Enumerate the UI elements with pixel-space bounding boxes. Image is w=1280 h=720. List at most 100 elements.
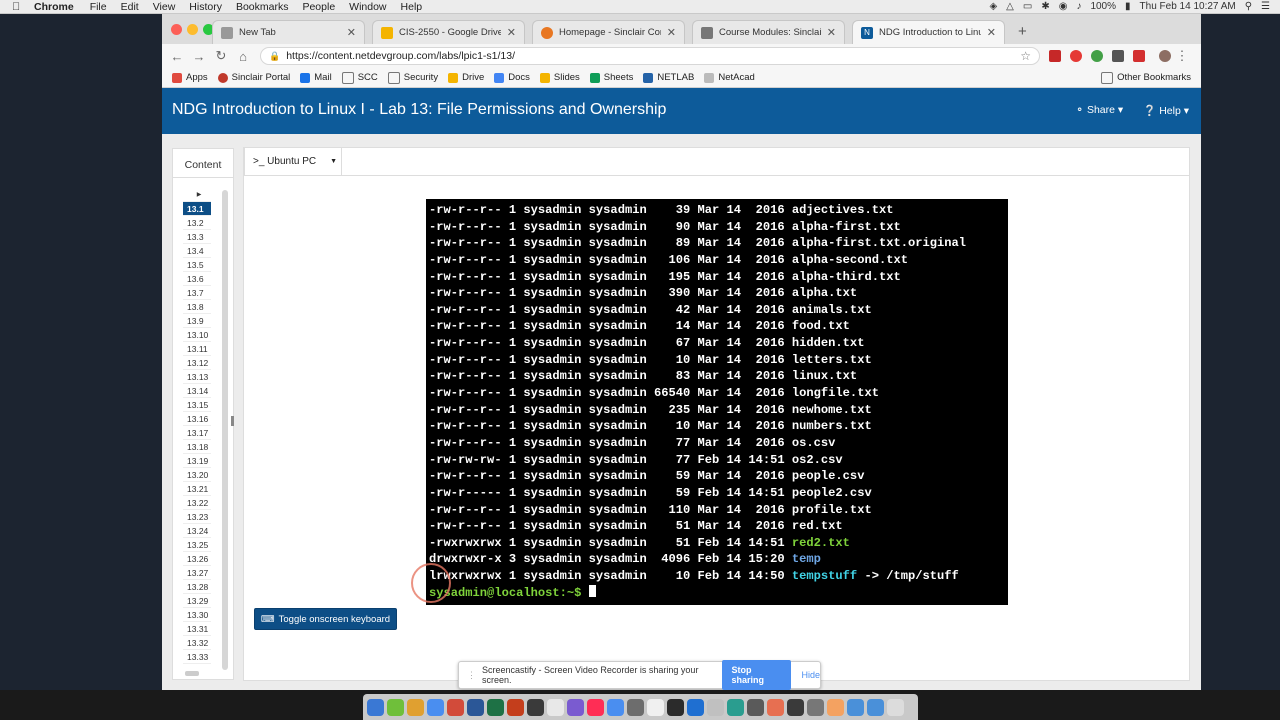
step-item-13-23[interactable]: 13.23 <box>183 510 211 524</box>
spotlight-icon[interactable]: ⚲ <box>1245 1 1252 12</box>
dock-app-icon[interactable] <box>727 698 744 716</box>
dock-app-icon[interactable] <box>787 698 804 716</box>
dock-app-icon[interactable] <box>407 698 424 716</box>
pane-splitter-handle[interactable] <box>231 416 234 426</box>
step-list-scrollbar[interactable] <box>222 190 228 670</box>
bookmark-security[interactable]: Security <box>387 71 438 84</box>
step-item-13-2[interactable]: 13.2 <box>183 216 211 230</box>
step-item-13-14[interactable]: 13.14 <box>183 384 211 398</box>
volume-icon[interactable]: ♪ <box>1076 1 1081 12</box>
dock-app-icon[interactable] <box>767 698 784 716</box>
dock-app-icon[interactable] <box>887 698 904 716</box>
new-tab-button[interactable]: + <box>1018 23 1027 40</box>
bookmark-drive[interactable]: Drive <box>448 72 484 83</box>
dock-app-icon[interactable] <box>847 698 864 716</box>
menu-history[interactable]: History <box>189 1 222 13</box>
close-tab-icon[interactable]: ✕ <box>827 26 836 39</box>
dropbox-icon[interactable]: ◈ <box>989 1 997 12</box>
extension-icon[interactable] <box>1070 50 1082 62</box>
minimize-window-button[interactable] <box>187 24 198 35</box>
forward-arrow-icon[interactable]: → <box>188 49 210 64</box>
step-item-13-15[interactable]: 13.15 <box>183 398 211 412</box>
step-item-13-10[interactable]: 13.10 <box>183 328 211 342</box>
tab-course-modules[interactable]: Course Modules: Sinclair CIS-2 ✕ <box>692 20 845 44</box>
step-item-13-19[interactable]: 13.19 <box>183 454 211 468</box>
address-url[interactable]: https://content.netdevgroup.com/labs/lpi… <box>286 50 515 62</box>
tab-google-drive[interactable]: CIS-2550 - Google Drive ✕ <box>372 20 525 44</box>
chrome-menu-icon[interactable]: ⋮ <box>1171 48 1193 64</box>
bookmark-other[interactable]: Other Bookmarks <box>1101 71 1191 84</box>
dock-app-icon[interactable] <box>707 698 724 716</box>
step-item-13-3[interactable]: 13.3 <box>183 230 211 244</box>
bookmark-slides[interactable]: Slides <box>539 72 580 83</box>
menu-view[interactable]: View <box>153 1 176 13</box>
bookmark-netacad[interactable]: NetAcad <box>704 72 755 83</box>
close-tab-icon[interactable]: ✕ <box>507 26 516 39</box>
step-item-13-20[interactable]: 13.20 <box>183 468 211 482</box>
reload-icon[interactable]: ↻ <box>210 48 232 64</box>
horizontal-scrollbar[interactable] <box>185 671 199 676</box>
step-item-13-31[interactable]: 13.31 <box>183 622 211 636</box>
address-bar[interactable]: 🔒 https://content.netdevgroup.com/labs/l… <box>260 47 1040 65</box>
dock-app-icon[interactable] <box>447 698 464 716</box>
bookmark-netlab[interactable]: NETLAB <box>643 72 694 83</box>
bookmark-sheets[interactable]: Sheets <box>589 72 633 83</box>
menu-bookmarks[interactable]: Bookmarks <box>236 1 289 13</box>
chevron-down-icon[interactable]: ▼ <box>330 158 337 165</box>
extension-icon[interactable] <box>1112 50 1124 62</box>
dock-app-icon[interactable] <box>747 698 764 716</box>
airplay-icon[interactable]: ▭ <box>1023 1 1032 12</box>
bookmark-apps[interactable]: Apps <box>172 72 208 83</box>
back-arrow-icon[interactable]: ← <box>166 49 188 64</box>
home-icon[interactable]: ⌂ <box>232 49 254 64</box>
dock-app-icon[interactable] <box>627 698 644 716</box>
bookmark-sinclair-portal[interactable]: Sinclair Portal <box>217 72 290 83</box>
step-item-13-17[interactable]: 13.17 <box>183 426 211 440</box>
step-item-13-28[interactable]: 13.28 <box>183 580 211 594</box>
close-tab-icon[interactable]: ✕ <box>987 26 996 39</box>
drive-icon[interactable]: △ <box>1006 1 1014 12</box>
dock-app-icon[interactable] <box>427 698 444 716</box>
step-item-13-30[interactable]: 13.30 <box>183 608 211 622</box>
tab-ndg-linux[interactable]: N NDG Introduction to Linux I - L ✕ <box>852 20 1005 44</box>
dock-app-icon[interactable] <box>547 698 564 716</box>
menu-window[interactable]: Window <box>349 1 386 13</box>
menu-app-name[interactable]: Chrome <box>34 1 74 13</box>
screencastify-icon[interactable] <box>1133 50 1145 62</box>
tab-ubuntu-pc[interactable]: >_ Ubuntu PC ▼ <box>244 147 342 175</box>
bluetooth-icon[interactable]: ✱ <box>1041 1 1049 12</box>
bookmark-star-icon[interactable]: ☆ <box>1020 49 1031 63</box>
menubar-clock[interactable]: Thu Feb 14 10:27 AM <box>1140 1 1236 12</box>
apple-icon[interactable]:  <box>12 1 26 13</box>
battery-percent[interactable]: 100% <box>1090 1 1116 12</box>
terminal-console[interactable]: -rw-r--r-- 1 sysadmin sysadmin 39 Mar 14… <box>411 199 1008 605</box>
step-item-13-33[interactable]: 13.33 <box>183 650 211 664</box>
dock-app-icon[interactable] <box>807 698 824 716</box>
tab-new-tab[interactable]: New Tab ✕ <box>212 20 365 44</box>
step-item-13-29[interactable]: 13.29 <box>183 594 211 608</box>
step-item-13-18[interactable]: 13.18 <box>183 440 211 454</box>
profile-avatar[interactable] <box>1159 50 1171 62</box>
step-item-13-22[interactable]: 13.22 <box>183 496 211 510</box>
notification-center-icon[interactable]: ☰ <box>1261 1 1270 12</box>
step-item-13-8[interactable]: 13.8 <box>183 300 211 314</box>
step-item-13-24[interactable]: 13.24 <box>183 524 211 538</box>
bookmark-docs[interactable]: Docs <box>494 72 530 83</box>
dock-app-icon[interactable] <box>667 698 684 716</box>
close-tab-icon[interactable]: ✕ <box>347 26 356 39</box>
drag-handle-icon[interactable]: ⋮ <box>467 670 476 681</box>
bookmark-mail[interactable]: Mail <box>300 72 332 83</box>
dock-app-icon[interactable] <box>687 698 704 716</box>
step-item-13-21[interactable]: 13.21 <box>183 482 211 496</box>
menu-people[interactable]: People <box>302 1 335 13</box>
step-item-13-25[interactable]: 13.25 <box>183 538 211 552</box>
dock-app-icon[interactable] <box>827 698 844 716</box>
dock-app-icon[interactable] <box>587 698 604 716</box>
dock-app-icon[interactable] <box>507 698 524 716</box>
dock-app-icon[interactable] <box>567 698 584 716</box>
toggle-keyboard-button[interactable]: ⌨ Toggle onscreen keyboard <box>254 608 397 630</box>
close-window-button[interactable] <box>171 24 182 35</box>
menu-help[interactable]: Help <box>401 1 423 13</box>
menu-edit[interactable]: Edit <box>121 1 139 13</box>
dock-app-icon[interactable] <box>367 698 384 716</box>
